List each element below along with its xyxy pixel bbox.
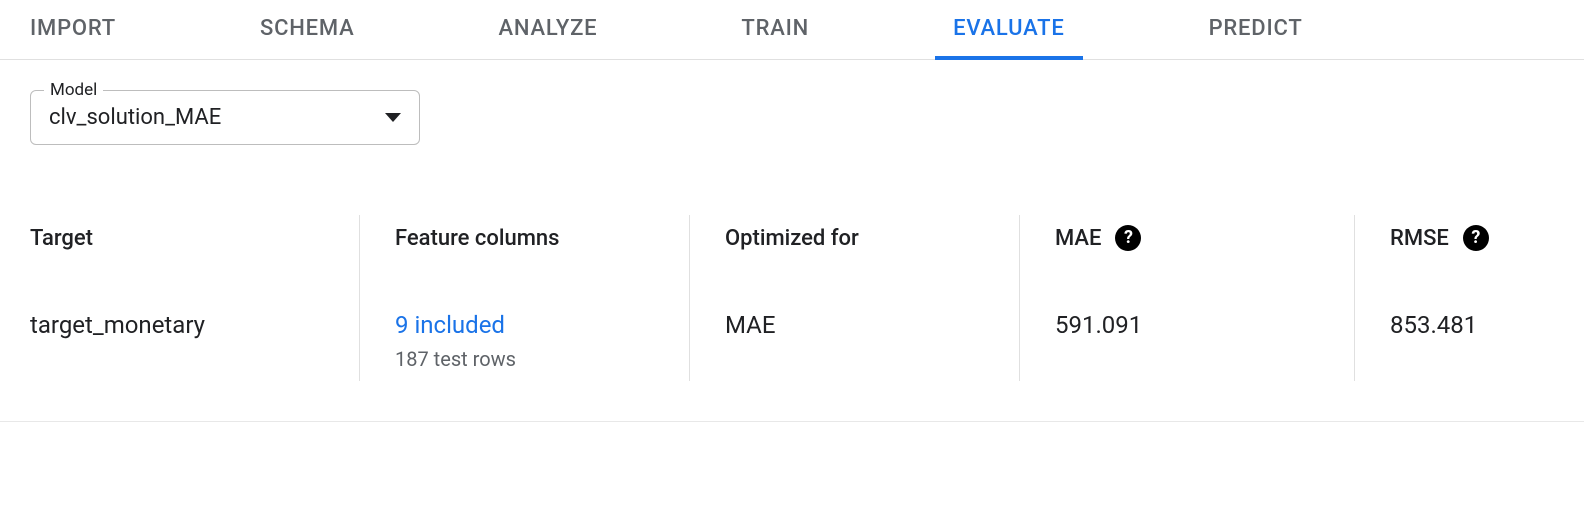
- tab-analyze[interactable]: ANALYZE: [499, 0, 646, 59]
- metric-mae-label: MAE ?: [1055, 225, 1319, 283]
- metric-optimized-value: MAE: [725, 311, 984, 339]
- tabs-nav: IMPORT SCHEMA ANALYZE TRAIN EVALUATE PRE…: [0, 0, 1584, 60]
- model-field: Model clv_solution_MAE: [30, 90, 420, 145]
- tab-evaluate[interactable]: EVALUATE: [953, 0, 1112, 59]
- metric-features-link[interactable]: 9 included: [395, 311, 654, 339]
- metric-target-label: Target: [30, 225, 324, 283]
- chevron-down-icon: [385, 113, 401, 122]
- metric-rmse-label: RMSE ?: [1390, 225, 1519, 283]
- metric-rmse: RMSE ? 853.481: [1355, 215, 1554, 381]
- metric-mae: MAE ? 591.091: [1020, 215, 1355, 381]
- metric-optimized-label: Optimized for: [725, 225, 984, 283]
- metric-optimized: Optimized for MAE: [690, 215, 1020, 381]
- help-icon[interactable]: ?: [1115, 225, 1141, 251]
- help-icon[interactable]: ?: [1463, 225, 1489, 251]
- metric-features-sub: 187 test rows: [395, 347, 654, 371]
- content-area: Model clv_solution_MAE: [0, 60, 1584, 145]
- metric-target-value: target_monetary: [30, 311, 324, 339]
- metrics-row: Target target_monetary Feature columns 9…: [0, 215, 1584, 422]
- metric-target: Target target_monetary: [30, 215, 360, 381]
- tab-import[interactable]: IMPORT: [30, 0, 164, 59]
- metric-rmse-value: 853.481: [1390, 311, 1519, 339]
- metric-features-label: Feature columns: [395, 225, 654, 283]
- tab-schema[interactable]: SCHEMA: [260, 0, 403, 59]
- tab-train[interactable]: TRAIN: [741, 0, 857, 59]
- metric-mae-value: 591.091: [1055, 311, 1319, 339]
- metric-mae-label-text: MAE: [1055, 225, 1101, 254]
- tab-predict[interactable]: PREDICT: [1209, 0, 1351, 59]
- metric-features: Feature columns 9 included 187 test rows: [360, 215, 690, 381]
- metric-rmse-label-text: RMSE: [1390, 225, 1449, 254]
- model-selected-value: clv_solution_MAE: [49, 105, 221, 130]
- model-label: Model: [44, 80, 103, 100]
